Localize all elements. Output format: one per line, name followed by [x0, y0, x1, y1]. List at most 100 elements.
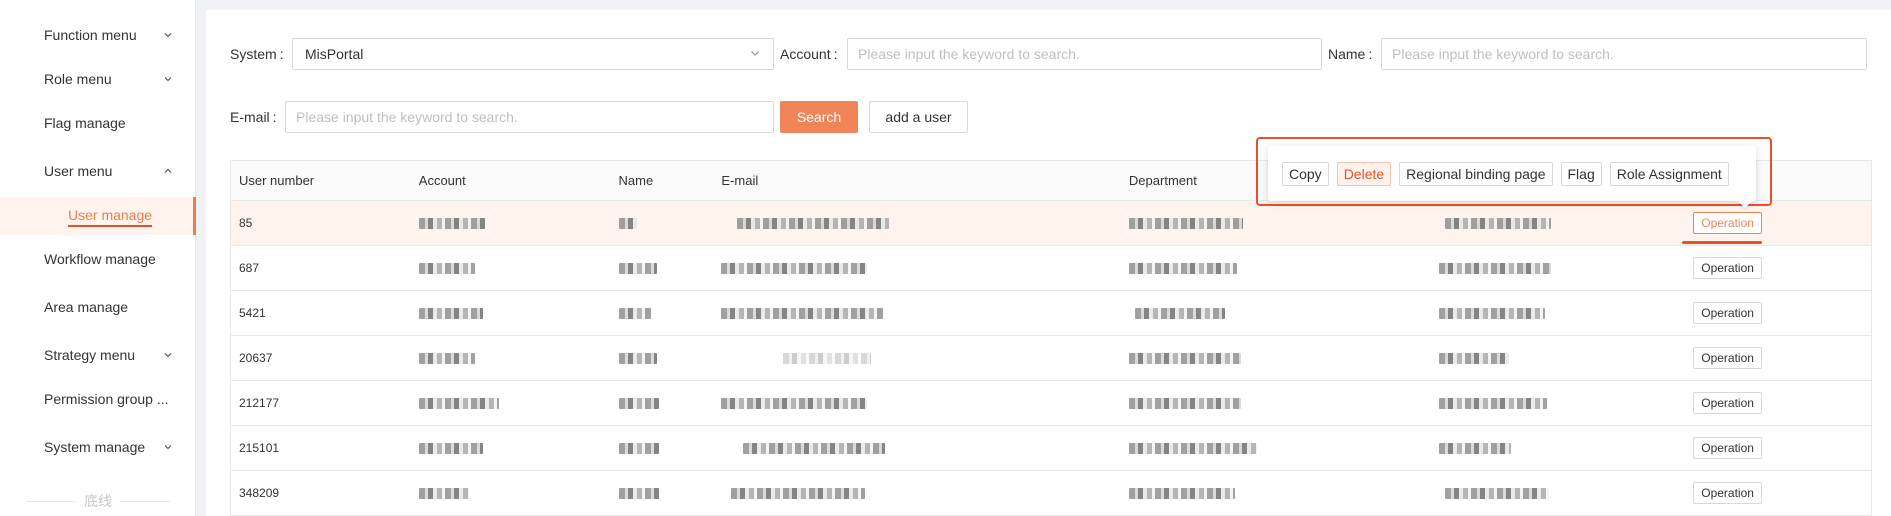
- table-row: 212177 Operation: [231, 381, 1871, 426]
- sidebar-item-label: Workflow manage: [44, 251, 156, 267]
- operation-cell: Operation: [1677, 201, 1871, 245]
- sidebar-item-label: Area manage: [44, 299, 129, 315]
- operation-button[interactable]: Operation: [1693, 347, 1762, 369]
- account-cell: [411, 291, 611, 335]
- redacted-text: [618, 352, 657, 364]
- email-cell: [713, 291, 1121, 335]
- chevron-up-icon: [162, 165, 174, 177]
- operation-button[interactable]: Operation: [1693, 392, 1762, 414]
- department-cell: [1121, 426, 1431, 470]
- chevron-down-icon: [162, 29, 174, 41]
- department-cell: [1121, 291, 1431, 335]
- redacted-text: [618, 307, 651, 319]
- redacted-text: [737, 217, 890, 229]
- account-input[interactable]: [847, 38, 1322, 70]
- account-cell: [411, 336, 611, 380]
- redacted-text: [1128, 487, 1235, 499]
- chevron-down-icon: [749, 46, 761, 62]
- operation-popover: Copy Delete Regional binding page Flag R…: [1268, 146, 1756, 201]
- operation-button[interactable]: Operation: [1693, 302, 1762, 324]
- email-cell: [713, 336, 1121, 380]
- table-row: 20637 Operation: [231, 336, 1871, 381]
- operation-button[interactable]: Operation: [1693, 437, 1762, 459]
- sidebar-item-label: Strategy menu: [44, 347, 136, 363]
- sidebar-footer-text: 底线: [84, 493, 112, 509]
- operation-button[interactable]: Operation: [1693, 212, 1762, 234]
- table-row: 85 Operation: [231, 201, 1871, 246]
- email-label: E-mail: [230, 101, 277, 133]
- sidebar-item-label: Permission group ...: [44, 391, 169, 407]
- sidebar-item-user-menu[interactable]: User menu: [0, 154, 196, 188]
- email-input[interactable]: [285, 101, 774, 133]
- department-cell: [1121, 471, 1431, 515]
- operation-button[interactable]: Operation: [1693, 257, 1762, 279]
- chevron-down-icon: [162, 349, 174, 361]
- redacted-text: [1444, 217, 1551, 229]
- main-panel: System MisPortal Account Name E-mail Sea…: [206, 10, 1891, 516]
- sidebar-item-permission-group[interactable]: Permission group ...: [0, 382, 196, 416]
- flag-button[interactable]: Flag: [1560, 161, 1602, 186]
- search-button[interactable]: Search: [780, 101, 858, 133]
- add-user-button[interactable]: add a user: [869, 101, 968, 133]
- redacted-text: [618, 487, 659, 499]
- sidebar-item-role-menu[interactable]: Role menu: [0, 62, 196, 96]
- extra-cell: [1431, 336, 1678, 380]
- sidebar-item-label: Role menu: [44, 71, 112, 87]
- name-cell: [611, 246, 714, 290]
- user-number-cell: 215101: [239, 441, 280, 455]
- header-name: Name: [618, 173, 654, 188]
- department-cell: [1121, 381, 1431, 425]
- redacted-text: [1128, 262, 1237, 274]
- sidebar-item-area-manage[interactable]: Area manage: [0, 290, 196, 324]
- operation-cell: Operation: [1677, 471, 1871, 515]
- sidebar-footer: 底线: [0, 486, 196, 516]
- email-cell: [713, 471, 1121, 515]
- regional-binding-button[interactable]: Regional binding page: [1399, 161, 1553, 186]
- redacted-text: [721, 262, 868, 274]
- redacted-text: [618, 217, 637, 229]
- redacted-text: [618, 442, 659, 454]
- sidebar-item-user-manage[interactable]: User manage: [0, 197, 196, 235]
- operation-cell: Operation: [1677, 426, 1871, 470]
- copy-button[interactable]: Copy: [1282, 161, 1329, 186]
- header-email: E-mail: [721, 173, 759, 188]
- extra-cell: [1431, 201, 1678, 245]
- sidebar-item-function-menu[interactable]: Function menu: [0, 18, 196, 52]
- operation-button[interactable]: Operation: [1693, 482, 1762, 504]
- department-cell: [1121, 336, 1431, 380]
- user-number-cell: 348209: [239, 486, 280, 500]
- department-cell: [1121, 246, 1431, 290]
- system-select-value: MisPortal: [305, 46, 364, 62]
- sidebar-item-strategy-menu[interactable]: Strategy menu: [0, 338, 196, 372]
- sidebar-item-workflow-manage[interactable]: Workflow manage: [0, 242, 196, 276]
- header-account: Account: [418, 173, 466, 188]
- name-label: Name: [1328, 38, 1372, 70]
- redacted-text: [721, 397, 868, 409]
- extra-cell: [1431, 246, 1678, 290]
- operation-underline: [1682, 241, 1762, 244]
- redacted-text: [743, 442, 886, 454]
- name-input[interactable]: [1381, 38, 1867, 70]
- redacted-text: [1444, 487, 1549, 499]
- sidebar-item-system-manage[interactable]: System manage: [0, 430, 196, 464]
- sidebar-item-flag-manage[interactable]: Flag manage: [0, 106, 196, 140]
- operation-cell: Operation: [1677, 336, 1871, 380]
- delete-button[interactable]: Delete: [1336, 161, 1392, 186]
- redacted-text: [418, 487, 469, 499]
- redacted-text: [731, 487, 866, 499]
- redacted-text: [1438, 397, 1547, 409]
- table-row: 215101 Operation: [231, 426, 1871, 471]
- name-cell: [611, 201, 714, 245]
- account-label: Account: [780, 38, 837, 70]
- name-cell: [611, 426, 714, 470]
- redacted-text: [721, 307, 884, 319]
- redacted-text: [418, 397, 499, 409]
- account-cell: [411, 246, 611, 290]
- sidebar-item-label: User menu: [44, 163, 113, 179]
- role-assignment-button[interactable]: Role Assignment: [1609, 161, 1729, 186]
- redacted-text: [1128, 397, 1241, 409]
- user-number-cell: 5421: [239, 306, 266, 320]
- redacted-text: [418, 352, 475, 364]
- redacted-text: [1438, 262, 1551, 274]
- system-select[interactable]: MisPortal: [292, 38, 774, 70]
